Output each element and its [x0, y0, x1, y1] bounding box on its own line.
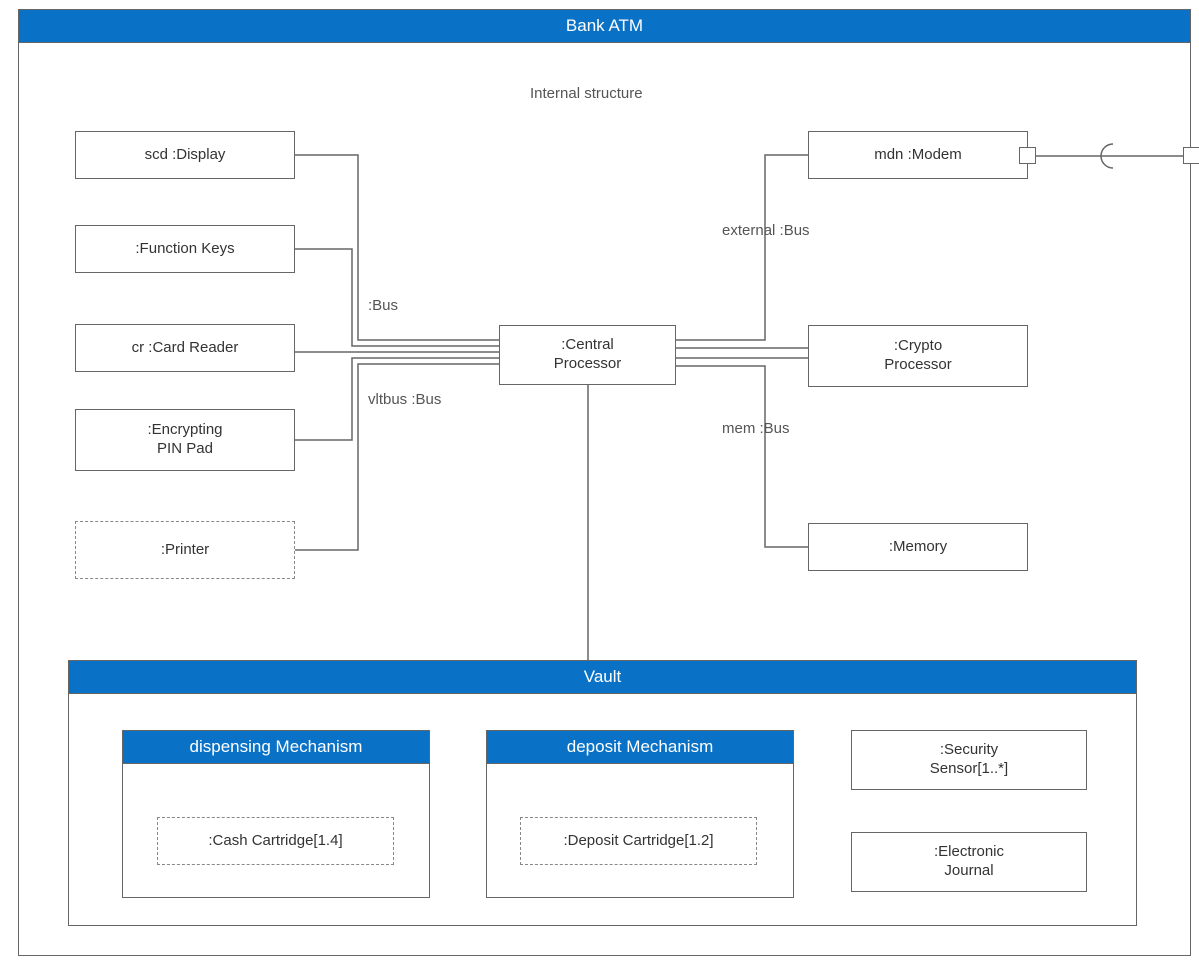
dispensing-container: dispensing Mechanism: [122, 730, 430, 898]
vault-title: Vault: [69, 661, 1136, 694]
cash-cartridge-box: :Cash Cartridge[1.4]: [157, 817, 394, 865]
deposit-container: deposit Mechanism: [486, 730, 794, 898]
printer-box: :Printer: [75, 521, 295, 579]
pin-pad-box: :Encrypting PIN Pad: [75, 409, 295, 471]
deposit-title: deposit Mechanism: [487, 731, 793, 764]
electronic-journal-box: :Electronic Journal: [851, 832, 1087, 892]
deposit-cartridge-box: :Deposit Cartridge[1.2]: [520, 817, 757, 865]
card-reader-box: cr :Card Reader: [75, 324, 295, 372]
external-bus-label: external :Bus: [722, 222, 810, 239]
crypto-box: :Crypto Processor: [808, 325, 1028, 387]
display-box: scd :Display: [75, 131, 295, 179]
dispensing-title: dispensing Mechanism: [123, 731, 429, 764]
function-keys-box: :Function Keys: [75, 225, 295, 273]
left-bus-label: :Bus: [368, 297, 398, 314]
memory-box: :Memory: [808, 523, 1028, 571]
vault-bus-label: vltbus :Bus: [368, 391, 441, 408]
central-processor-box: :Central Processor: [499, 325, 676, 385]
security-sensor-box: :Security Sensor[1..*]: [851, 730, 1087, 790]
modem-port: [1019, 147, 1036, 164]
outer-port: [1183, 147, 1199, 164]
bank-atm-title: Bank ATM: [19, 10, 1190, 43]
mem-bus-label: mem :Bus: [722, 420, 790, 437]
subtitle-label: Internal structure: [530, 85, 643, 102]
modem-box: mdn :Modem: [808, 131, 1028, 179]
